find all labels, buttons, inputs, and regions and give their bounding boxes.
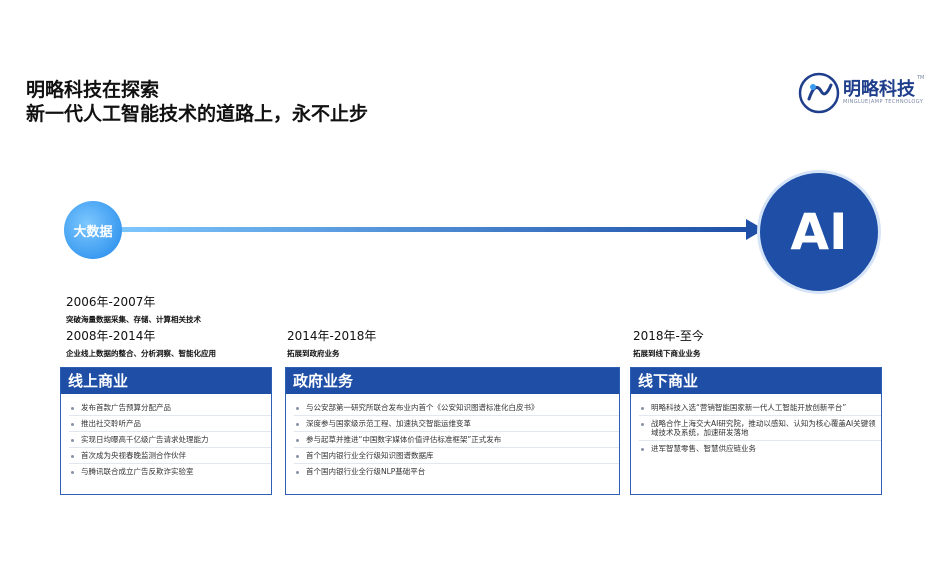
card-title: 线上商业 <box>61 368 271 394</box>
list-item: 首次成为央视春晚监测合作伙伴 <box>69 448 271 464</box>
period-label: 2006年-2007年 <box>66 295 156 309</box>
card-online-business: 线上商业 发布首款广告预算分配产品 推出社交聆听产品 实现日均曝高千亿级广告请求… <box>60 367 272 495</box>
list-item: 推出社交聆听产品 <box>69 416 271 432</box>
list-item: 实现日均曝高千亿级广告请求处理能力 <box>69 432 271 448</box>
period-label: 2008年-2014年 <box>66 329 156 343</box>
list-item: 明略科技入选“营销智能国家新一代人工智能开放创新平台” <box>639 400 881 416</box>
period-label: 2018年-至今 <box>633 329 704 343</box>
list-item: 与腾讯联合成立广告反欺诈实验室 <box>69 464 271 479</box>
list-item: 参与起草并推进“中国数字媒体价值评估标准框架”正式发布 <box>294 432 619 448</box>
list-item: 首个国内银行业全行级NLP基础平台 <box>294 464 619 479</box>
period-desc: 拓展到政府业务 <box>287 349 340 358</box>
list-item: 发布首款广告预算分配产品 <box>69 400 271 416</box>
card-list: 明略科技入选“营销智能国家新一代人工智能开放创新平台” 战略合作上海交大AI研究… <box>631 394 881 456</box>
list-item: 首个国内银行业全行级知识图谱数据库 <box>294 448 619 464</box>
list-item: 与公安部第一研究所联合发布业内首个《公安知识图谱标准化白皮书》 <box>294 400 619 416</box>
list-item: 进军智慧零售、智慧供应链业务 <box>639 441 881 456</box>
ai-circle: AI <box>760 173 878 291</box>
card-list: 与公安部第一研究所联合发布业内首个《公安知识图谱标准化白皮书》 深度参与国家级示… <box>286 394 619 479</box>
big-data-label: 大数据 <box>73 224 113 240</box>
card-offline-business: 线下商业 明略科技入选“营销智能国家新一代人工智能开放创新平台” 战略合作上海交… <box>630 367 882 495</box>
card-list: 发布首款广告预算分配产品 推出社交聆听产品 实现日均曝高千亿级广告请求处理能力 … <box>61 394 271 479</box>
period-desc: 突破海量数据采集、存储、计算相关技术 <box>66 315 201 324</box>
ai-label: AI <box>790 203 848 261</box>
timeline-shaft <box>110 227 750 232</box>
card-government-business: 政府业务 与公安部第一研究所联合发布业内首个《公安知识图谱标准化白皮书》 深度参… <box>285 367 620 495</box>
list-item: 深度参与国家级示范工程、加速执交智能运维变革 <box>294 416 619 432</box>
list-item: 战略合作上海交大AI研究院，推动以感知、认知为核心覆盖AI关键领域技术及系统，加… <box>639 416 881 441</box>
big-data-circle: 大数据 <box>64 201 122 259</box>
period-desc: 企业线上数据的整合、分析洞察、智能化应用 <box>66 349 216 358</box>
period-label: 2014年-2018年 <box>287 329 377 343</box>
period-desc: 拓展到线下商业业务 <box>633 349 701 358</box>
card-title: 政府业务 <box>286 368 619 394</box>
card-title: 线下商业 <box>631 368 881 394</box>
